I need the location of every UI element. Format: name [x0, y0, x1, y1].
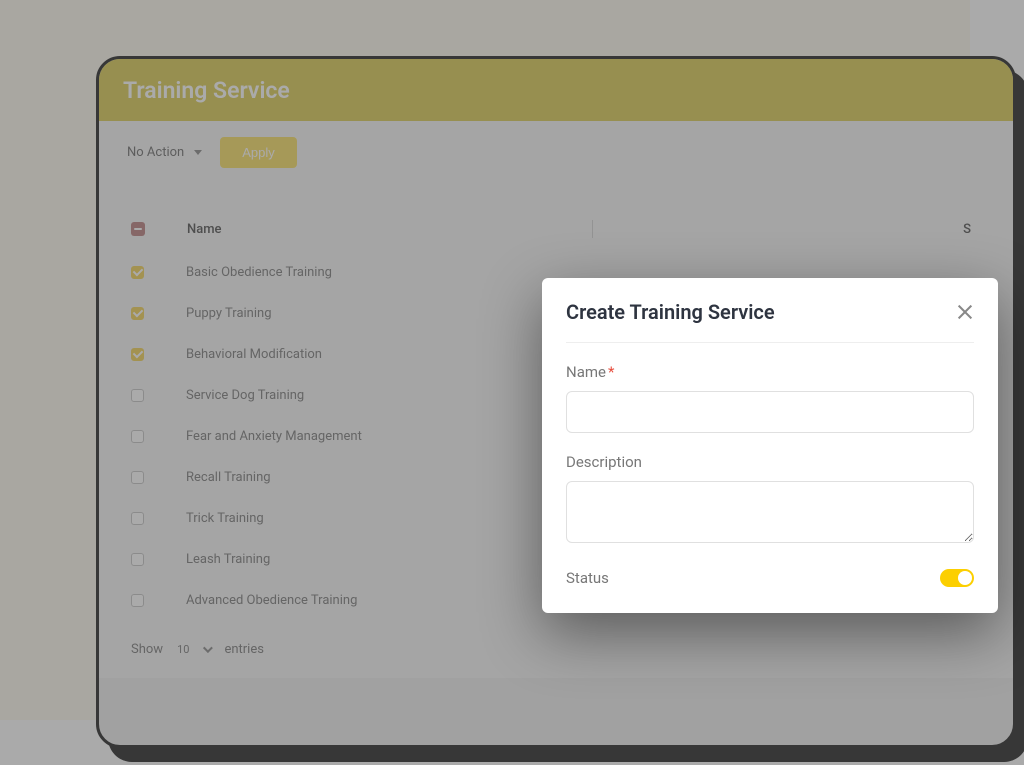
- modal-title: Create Training Service: [566, 300, 775, 324]
- name-label: Name*: [566, 363, 974, 381]
- create-service-modal: Create Training Service Name* Descriptio…: [542, 278, 998, 613]
- modal-header: Create Training Service: [566, 300, 974, 343]
- form-group-status: Status: [566, 569, 974, 587]
- required-indicator: *: [608, 363, 614, 381]
- description-input[interactable]: [566, 481, 974, 543]
- form-group-description: Description: [566, 453, 974, 547]
- status-label: Status: [566, 569, 609, 587]
- description-label: Description: [566, 453, 974, 471]
- name-input[interactable]: [566, 391, 974, 433]
- form-group-name: Name*: [566, 363, 974, 433]
- name-label-text: Name: [566, 363, 606, 381]
- status-toggle[interactable]: [940, 569, 974, 587]
- close-icon[interactable]: [956, 303, 974, 321]
